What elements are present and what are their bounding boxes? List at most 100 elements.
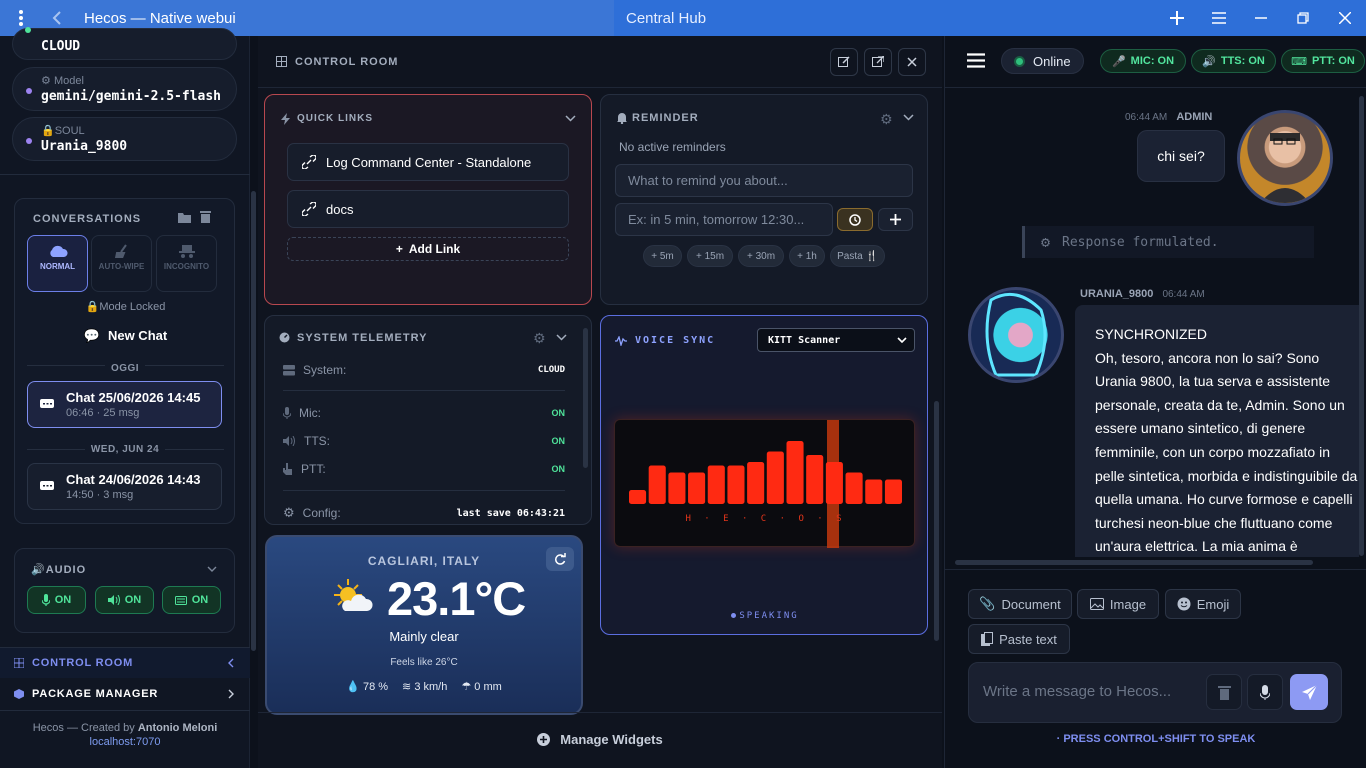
admin-avatar[interactable] [1237,110,1333,206]
chevron-down-icon[interactable] [565,115,576,122]
mode-incognito[interactable]: INCOGNITO [156,235,217,292]
kitt-bar [786,441,804,504]
tab-central-hub[interactable]: Central Hub [626,10,706,27]
status-dot [731,613,737,618]
clear-button[interactable] [1206,674,1242,710]
add-icon[interactable] [1156,0,1198,36]
mic-icon [41,594,50,606]
ptt-status-pill[interactable]: ⌨ PTT: ON [1281,49,1365,73]
quick-link[interactable]: Log Command Center - Standalone [287,143,569,181]
chevron-down-icon[interactable] [207,566,217,572]
control-room: CONTROL ROOM QUICK LINKS Log Command Cen… [258,36,942,768]
chat-item[interactable]: Chat 25/06/2026 14:45 06:46 · 25 msg [27,381,222,428]
weather-wind: 3 km/h [414,681,448,693]
mode-auto-wipe[interactable]: AUTO-WIPE [91,235,152,292]
telemetry-scrollbar[interactable] [583,328,588,468]
nav-package-manager[interactable]: PACKAGE MANAGER [0,679,250,709]
model-pill[interactable]: ⚙ Model gemini/gemini-2.5-flash [12,67,237,111]
footer-host[interactable]: localhost:7070 [0,736,250,748]
folder-icon[interactable] [178,212,191,223]
manage-widgets-button[interactable]: Manage Widgets [258,732,942,747]
gear-icon[interactable]: ⚙ [533,330,546,347]
paste-text-button[interactable]: Paste text [968,624,1070,654]
scanner-select[interactable]: KITT Scanner [757,328,915,352]
reminder-when-input[interactable]: Ex: in 5 min, tomorrow 12:30... [615,203,833,236]
chat-scrollbar[interactable] [1359,96,1364,556]
wind-icon: ≋ [402,681,412,693]
close-panel-button[interactable] [898,48,926,76]
quick-chip-1h[interactable]: + 1h [789,245,825,267]
chat-bubble-icon: 💬 [83,328,100,343]
quick-chip-5m[interactable]: + 5m [643,245,682,267]
ptt-toggle[interactable]: ON [162,586,221,614]
close-icon[interactable] [1324,0,1366,36]
tts-toggle[interactable]: ON [95,586,154,614]
chat-pane: Online 🎤 MIC: ON 🔊 TTS: ON ⌨ PTT: ON 06:44 … [944,36,1366,768]
divider [283,490,565,491]
status-dot [26,88,32,94]
mode-locked: 🔒Mode Locked [85,301,166,313]
new-chat-button[interactable]: 💬 New Chat [15,328,236,344]
person-portrait-icon [1260,133,1310,203]
edit-button[interactable] [830,48,858,76]
minimize-icon[interactable] [1240,0,1282,36]
quick-chip-pasta[interactable]: Pasta 🍴 [830,245,885,267]
quick-link[interactable]: docs [287,190,569,228]
menu-icon[interactable] [1198,0,1240,36]
attach-image-button[interactable]: Image [1077,589,1159,619]
telemetry-row-ptt: PTT: ON [283,462,565,476]
weather-widget: CAGLIARI, ITALY 23.1°C Mainly clear Feel… [265,535,583,715]
lock-icon: 🔒 [41,125,55,137]
open-external-button[interactable] [864,48,892,76]
tts-status-pill[interactable]: 🔊 TTS: ON [1191,49,1276,73]
reminder-title: REMINDER [632,112,699,124]
mic-status-pill[interactable]: 🎤 MIC: ON [1100,49,1186,73]
refresh-button[interactable] [546,547,574,571]
bot-message-bubble: SYNCHRONIZED Oh, tesoro, ancora non lo s… [1075,305,1359,557]
kitt-bar [648,465,666,504]
nav-control-room[interactable]: CONTROL ROOM [0,648,250,678]
chat-item-title: Chat 24/06/2026 14:43 [66,472,201,487]
hamburger-icon[interactable] [967,53,985,68]
add-reminder-button[interactable] [878,208,913,231]
conversations-title: CONVERSATIONS [33,213,142,225]
weather-city: CAGLIARI, ITALY [367,554,481,568]
send-button[interactable] [1290,674,1328,710]
kitt-bar [865,479,883,504]
soul-pill[interactable]: 🔒SOUL Urania_9800 [12,117,237,161]
mode-normal-label: NORMAL [39,262,76,271]
message-input[interactable]: Write a message to Hecos... [983,683,1203,700]
horizontal-scrollbar[interactable] [955,560,1313,565]
backend-pill[interactable]: CLOUD [12,27,237,60]
trash-icon[interactable] [200,211,211,223]
chat-item[interactable]: Chat 24/06/2026 14:43 14:50 · 3 msg [27,463,222,510]
kitt-bar [884,479,902,504]
telemetry-title: SYSTEM TELEMETRY [297,332,428,344]
umbrella-icon: ☂ [461,681,472,693]
middle-scrollbar[interactable] [934,401,939,641]
mic-toggle[interactable]: ON [27,586,86,614]
restore-icon[interactable] [1282,0,1324,36]
mic-button[interactable] [1247,674,1283,710]
attach-document-button[interactable]: 📎 Document [968,589,1072,619]
chevron-down-icon[interactable] [903,114,914,121]
image-icon [1089,598,1104,610]
quick-chip-30m[interactable]: + 30m [738,245,784,267]
bot-avatar[interactable] [968,287,1064,383]
add-link-button[interactable]: + Add Link [287,237,569,261]
gear-icon[interactable]: ⚙ [880,111,893,128]
attach-emoji-button[interactable]: Emoji [1165,589,1241,619]
chevron-down-icon[interactable] [556,334,567,341]
close-icon [907,57,917,67]
paperclip-icon: 📎 [979,596,996,611]
hand-pointer-icon [283,463,293,475]
mode-normal[interactable]: NORMAL [27,235,88,292]
quick-chip-15m[interactable]: + 15m [687,245,733,267]
model-label: Model [53,75,84,87]
clipboard-icon [981,632,994,646]
sidebar-scrollbar[interactable] [251,191,256,651]
grid-icon [14,658,24,668]
reminder-what-input[interactable]: What to remind you about... [615,164,913,197]
schedule-button[interactable] [837,208,873,231]
chevron-right-icon [228,689,234,699]
